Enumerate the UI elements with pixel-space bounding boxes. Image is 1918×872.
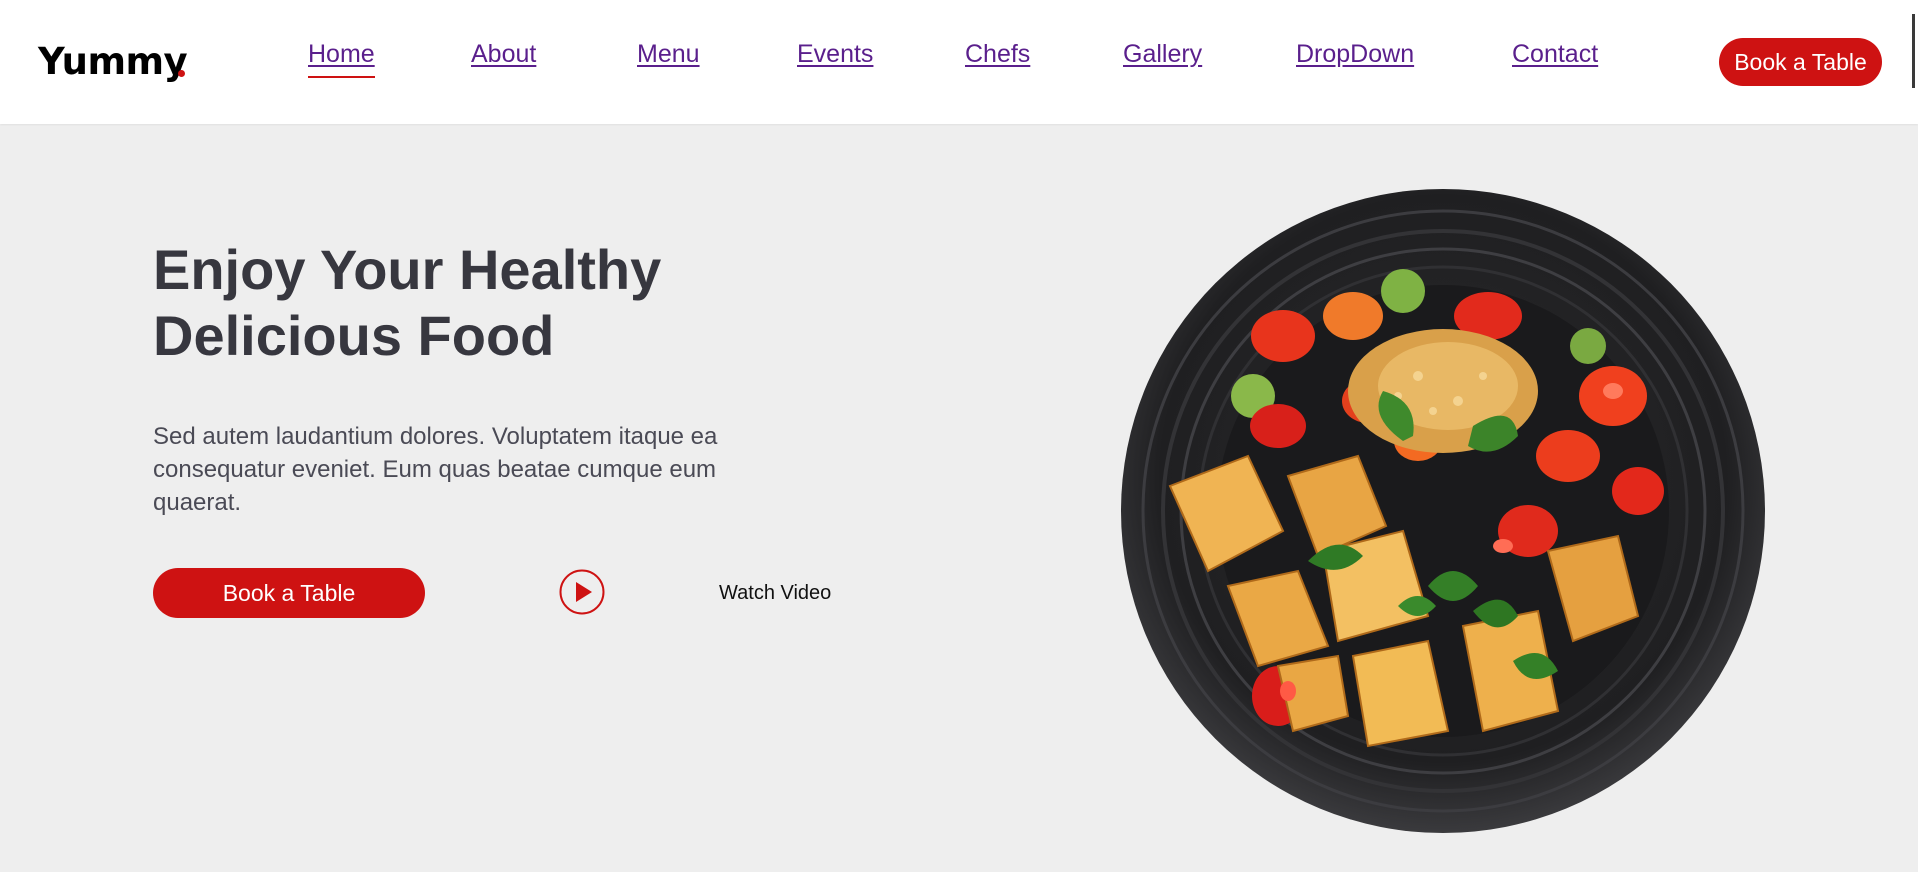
food-plate-image xyxy=(1118,186,1768,836)
hero-title-line-2: Delicious Food xyxy=(153,304,555,367)
site-logo[interactable]: Yummy xyxy=(38,40,188,83)
nav-link-home[interactable]: Home xyxy=(308,40,375,78)
nav-link-dropdown[interactable]: DropDown xyxy=(1296,40,1414,69)
nav-link-chefs[interactable]: Chefs xyxy=(965,40,1030,69)
nav-link-events[interactable]: Events xyxy=(797,40,873,69)
nav-link-contact[interactable]: Contact xyxy=(1512,40,1598,69)
nav-link-about[interactable]: About xyxy=(471,40,536,69)
hero-description: Sed autem laudantium dolores. Voluptatem… xyxy=(153,423,718,516)
scrollbar-edge[interactable] xyxy=(1912,14,1915,88)
header-book-table-button[interactable]: Book a Table xyxy=(1719,38,1882,86)
play-circle-icon[interactable] xyxy=(559,569,605,615)
watch-video-link[interactable]: Watch Video xyxy=(719,582,831,605)
hero-title: Enjoy Your Healthy Delicious Food xyxy=(153,237,793,369)
logo-dot xyxy=(178,70,185,77)
nav-link-gallery[interactable]: Gallery xyxy=(1123,40,1202,69)
hero-title-line-1: Enjoy Your Healthy xyxy=(153,238,662,301)
hero-book-table-button[interactable]: Book a Table xyxy=(153,568,425,618)
site-header: Yummy Home About Menu Events Chefs Galle… xyxy=(0,0,1918,124)
nav-link-menu[interactable]: Menu xyxy=(637,40,700,69)
